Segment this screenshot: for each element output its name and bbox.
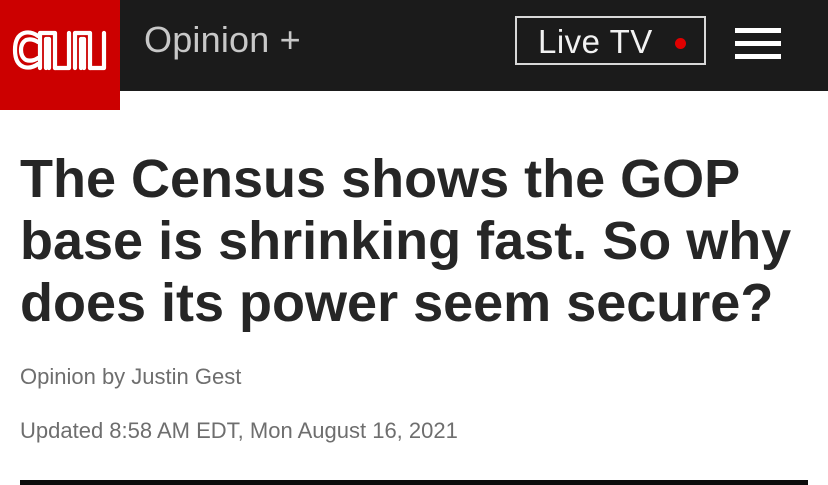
- section-menu-opinion[interactable]: Opinion +: [144, 20, 301, 60]
- site-header: Opinion + Live TV: [0, 0, 828, 91]
- article-headline: The Census shows the GOP base is shrinki…: [20, 149, 792, 333]
- menu-bar: [735, 41, 781, 46]
- article-byline: Opinion by Justin Gest: [20, 364, 242, 389]
- cnn-logo[interactable]: [0, 0, 120, 110]
- menu-bar: [735, 54, 781, 59]
- live-tv-label: Live TV: [538, 23, 653, 60]
- menu-bar: [735, 28, 781, 33]
- section-divider: [20, 480, 808, 485]
- article-timestamp: Updated 8:58 AM EDT, Mon August 16, 2021: [20, 418, 458, 443]
- cnn-logo-mark: [12, 30, 107, 71]
- live-tv-button[interactable]: Live TV: [515, 16, 706, 65]
- hamburger-menu-icon[interactable]: [735, 28, 781, 60]
- live-dot-icon: [675, 38, 686, 49]
